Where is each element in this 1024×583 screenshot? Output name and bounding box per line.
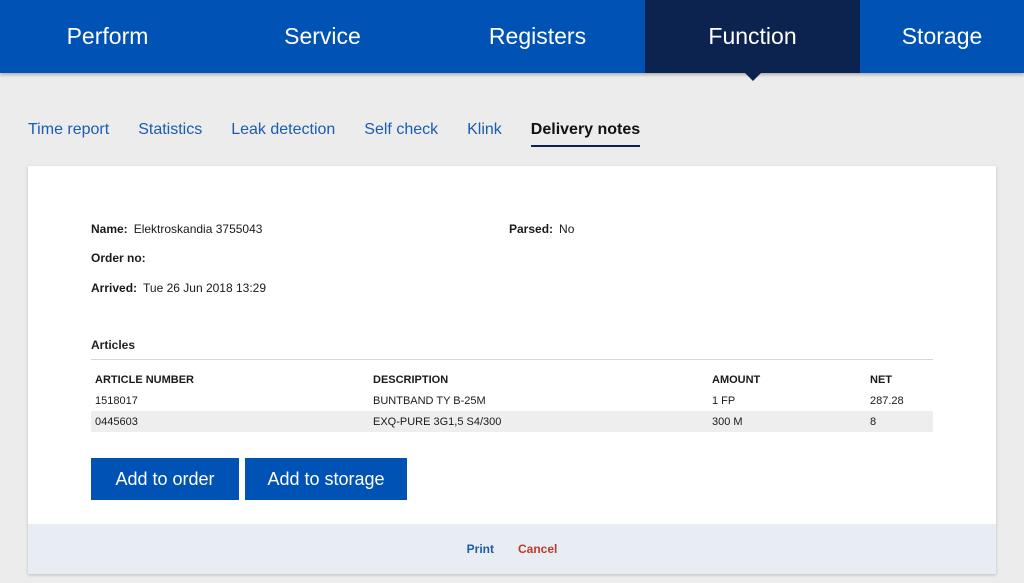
arrived-field: Arrived: Tue 26 Jun 2018 13:29 — [91, 281, 266, 295]
arrived-label: Arrived: — [91, 281, 138, 295]
cell-amount: 300 M — [708, 411, 866, 432]
add-to-order-button[interactable]: Add to order — [91, 458, 239, 500]
cell-net: 8 — [866, 411, 933, 432]
col-amount: AMOUNT — [712, 374, 761, 386]
cell-article-number: 1518017 — [95, 394, 138, 407]
name-label: Name: — [91, 222, 128, 236]
col-article-number: ARTICLE NUMBER — [95, 374, 194, 386]
nav-registers[interactable]: Registers — [430, 0, 645, 73]
parsed-label: Parsed: — [509, 222, 554, 236]
tab-klink[interactable]: Klink — [467, 121, 502, 147]
sub-navigation: Time report Statistics Leak detection Se… — [28, 121, 669, 147]
cell-description: EXQ-PURE 3G1,5 S4/300 — [369, 411, 708, 432]
articles-table: ARTICLE NUMBER DESCRIPTION AMOUNT NET 15… — [91, 370, 933, 432]
divider — [91, 359, 933, 360]
delivery-note-card: Name: Elektroskandia 3755043 Parsed: No Or… — [28, 166, 996, 574]
top-navigation: Perform Service Registers Function Stora… — [0, 0, 1024, 81]
cell-article-number: 0445603 — [91, 411, 369, 432]
tab-delivery-notes[interactable]: Delivery notes — [530, 121, 641, 147]
nav-function[interactable]: Function — [645, 0, 860, 81]
tab-time-report[interactable]: Time report — [28, 121, 109, 147]
nav-storage[interactable]: Storage — [860, 0, 1024, 73]
order-no-label: Order no: — [91, 251, 146, 265]
table-header-row: ARTICLE NUMBER DESCRIPTION AMOUNT NET — [91, 370, 933, 390]
tab-self-check[interactable]: Self check — [364, 121, 438, 147]
nav-perform[interactable]: Perform — [0, 0, 215, 73]
card-footer: Print Cancel — [28, 524, 996, 574]
cell-amount: 1 FP — [712, 394, 736, 407]
cell-description: BUNTBAND TY B-25M — [373, 394, 486, 407]
parsed-field: Parsed: No — [509, 222, 574, 236]
print-link[interactable]: Print — [467, 542, 494, 556]
table-row: 0445603 EXQ-PURE 3G1,5 S4/300 300 M 8 — [91, 411, 933, 432]
parsed-value: No — [559, 222, 575, 236]
order-no-field: Order no: — [91, 251, 152, 265]
table-row: 1518017 BUNTBAND TY B-25M 1 FP 287.28 — [91, 390, 933, 411]
col-net: NET — [870, 374, 892, 386]
name-field: Name: Elektroskandia 3755043 — [91, 222, 262, 236]
nav-service[interactable]: Service — [215, 0, 430, 73]
cancel-link[interactable]: Cancel — [518, 542, 557, 556]
cell-net: 287.28 — [870, 394, 904, 407]
name-value: Elektroskandia 3755043 — [133, 222, 263, 236]
tab-leak-detection[interactable]: Leak detection — [231, 121, 335, 147]
tab-statistics[interactable]: Statistics — [138, 121, 202, 147]
col-description: DESCRIPTION — [373, 374, 449, 386]
articles-heading: Articles — [91, 338, 136, 352]
add-to-storage-button[interactable]: Add to storage — [245, 458, 407, 500]
arrived-value: Tue 26 Jun 2018 13:29 — [143, 281, 267, 295]
